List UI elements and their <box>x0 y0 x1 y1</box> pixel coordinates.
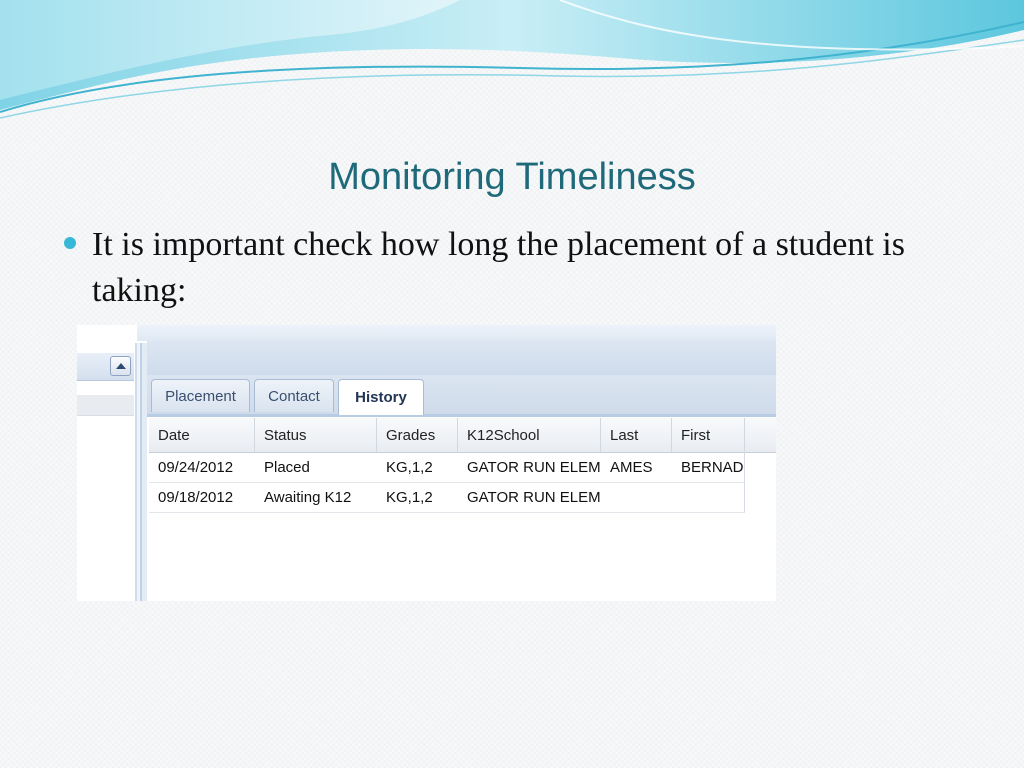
cell-first <box>672 482 745 512</box>
cell-k12school: GATOR RUN ELEM <box>467 458 601 476</box>
bullet-item: It is important check how long the place… <box>64 222 944 314</box>
column-header-date[interactable]: Date <box>149 418 255 452</box>
cell-status: Placed <box>264 458 310 476</box>
right-panel-header <box>147 341 776 376</box>
top-strip <box>77 325 776 341</box>
cell-grades: KG,1,2 <box>386 488 433 506</box>
tab-bar: Placement Contact History <box>147 375 776 417</box>
cell-first: BERNAD <box>681 458 744 476</box>
tab-placement[interactable]: Placement <box>151 379 250 412</box>
column-header-grades[interactable]: Grades <box>377 418 458 452</box>
grid-header: Date Status Grades K12School Last First <box>149 418 776 453</box>
cell-grades: KG,1,2 <box>386 458 433 476</box>
bullet-dot-icon <box>64 237 76 249</box>
slide-title: Monitoring Timeliness <box>328 156 696 198</box>
app-screenshot: Placement Contact History Date Status Gr… <box>77 325 776 601</box>
left-panel-row <box>77 395 134 416</box>
column-header-status[interactable]: Status <box>255 418 377 452</box>
bullet-text: It is important check how long the place… <box>92 226 905 309</box>
column-header-first[interactable]: First <box>672 418 745 452</box>
column-header-last[interactable]: Last <box>601 418 672 452</box>
collapse-up-icon[interactable] <box>110 356 131 376</box>
tab-contact[interactable]: Contact <box>254 379 334 412</box>
cell-k12school: GATOR RUN ELEM <box>467 488 601 506</box>
table-row[interactable]: 09/18/2012 Awaiting K12 KG,1,2 GATOR RUN… <box>149 482 745 513</box>
cell-date: 09/24/2012 <box>158 458 234 476</box>
history-grid: Date Status Grades K12School Last First … <box>149 418 776 601</box>
panel-splitter[interactable] <box>135 343 147 601</box>
cell-last <box>601 482 672 512</box>
cell-status: Awaiting K12 <box>264 488 352 506</box>
cell-date: 09/18/2012 <box>158 488 234 506</box>
grid-edge <box>744 452 745 512</box>
table-row[interactable]: 09/24/2012 Placed KG,1,2 GATOR RUN ELEM … <box>149 452 745 483</box>
cell-last: AMES <box>610 458 653 476</box>
left-panel <box>77 325 137 601</box>
column-header-k12school[interactable]: K12School <box>458 418 601 452</box>
header-wave-decoration <box>0 0 1024 119</box>
tab-history[interactable]: History <box>338 379 424 415</box>
